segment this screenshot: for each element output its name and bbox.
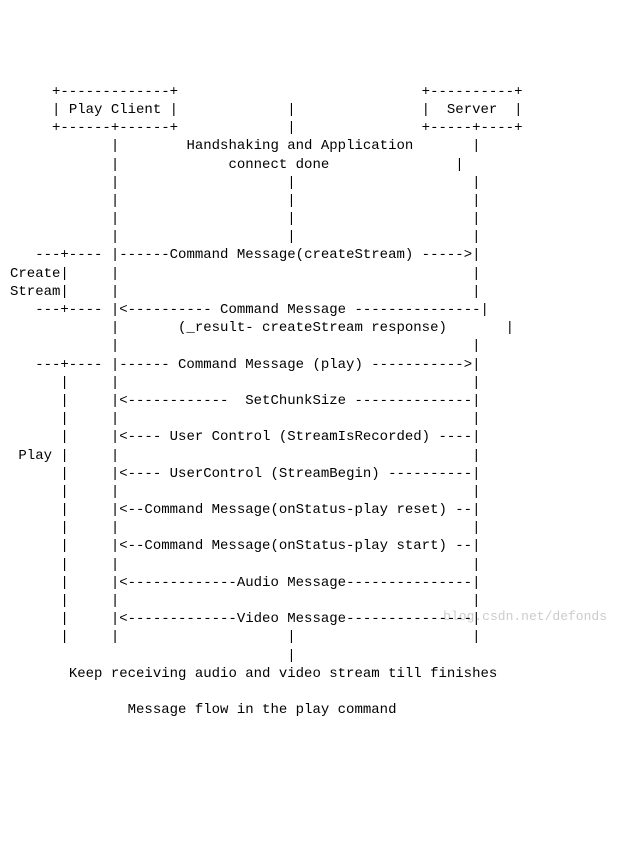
server-box-label: Server: [447, 102, 497, 118]
footer-2: Message flow in the play command: [128, 702, 397, 718]
msg-result-detail: (_result- createStream response): [178, 320, 447, 336]
section-play: Play: [18, 448, 52, 464]
handshake-label-2: connect done: [228, 157, 329, 173]
section-stream: Stream: [10, 284, 60, 300]
footer-1: Keep receiving audio and video stream ti…: [69, 666, 497, 682]
msg-createstream: Command Message(createStream): [170, 247, 414, 263]
msg-video: Video Message: [237, 611, 346, 627]
msg-audio: Audio Message: [237, 575, 346, 591]
msg-result: Command Message: [220, 302, 346, 318]
msg-recorded: User Control (StreamIsRecorded): [170, 429, 430, 445]
client-box-label: Play Client: [69, 102, 161, 118]
msg-start: Command Message(onStatus-play start): [144, 538, 446, 554]
msg-reset: Command Message(onStatus-play reset): [144, 502, 446, 518]
section-create: Create: [10, 266, 60, 282]
msg-play: Command Message (play): [178, 357, 363, 373]
msg-begin: UserControl (StreamBegin): [170, 466, 380, 482]
handshake-label: Handshaking and Application: [186, 138, 413, 154]
sequence-diagram: +-------------+ +----------+ | Play Clie…: [10, 83, 617, 720]
msg-chunk: SetChunkSize: [245, 393, 346, 409]
